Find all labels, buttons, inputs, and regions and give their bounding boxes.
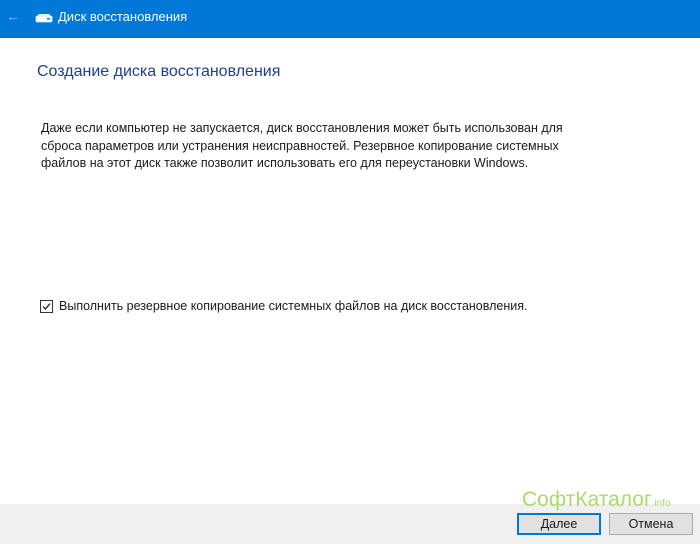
window-title: Диск восстановления [58, 9, 188, 24]
recovery-drive-icon [35, 14, 53, 23]
description-line: файлов на этот диск также позволит испол… [41, 156, 529, 170]
back-button[interactable]: ← [4, 7, 22, 25]
next-button[interactable]: Далее [517, 513, 601, 535]
watermark-logo: СофтКаталог.info [522, 488, 671, 516]
checkmark-icon [42, 302, 51, 310]
arrow-left-icon: ← [6, 8, 20, 24]
title-bar: ← Диск восстановления [0, 0, 700, 38]
description-text: Даже если компьютер не запускается, диск… [41, 120, 621, 173]
watermark-suffix: .info [651, 498, 671, 509]
cancel-button[interactable]: Отмена [609, 513, 693, 535]
page-heading: Создание диска восстановления [37, 63, 281, 80]
watermark-text: СофтКаталог [522, 488, 652, 511]
description-line: Даже если компьютер не запускается, диск… [41, 121, 563, 135]
backup-system-files-checkbox[interactable] [40, 299, 53, 313]
description-line: сброса параметров или устранения неиспра… [41, 138, 559, 153]
backup-system-files-option[interactable]: Выполнить резервное копирование системны… [40, 297, 528, 315]
backup-system-files-label[interactable]: Выполнить резервное копирование системны… [59, 298, 528, 314]
